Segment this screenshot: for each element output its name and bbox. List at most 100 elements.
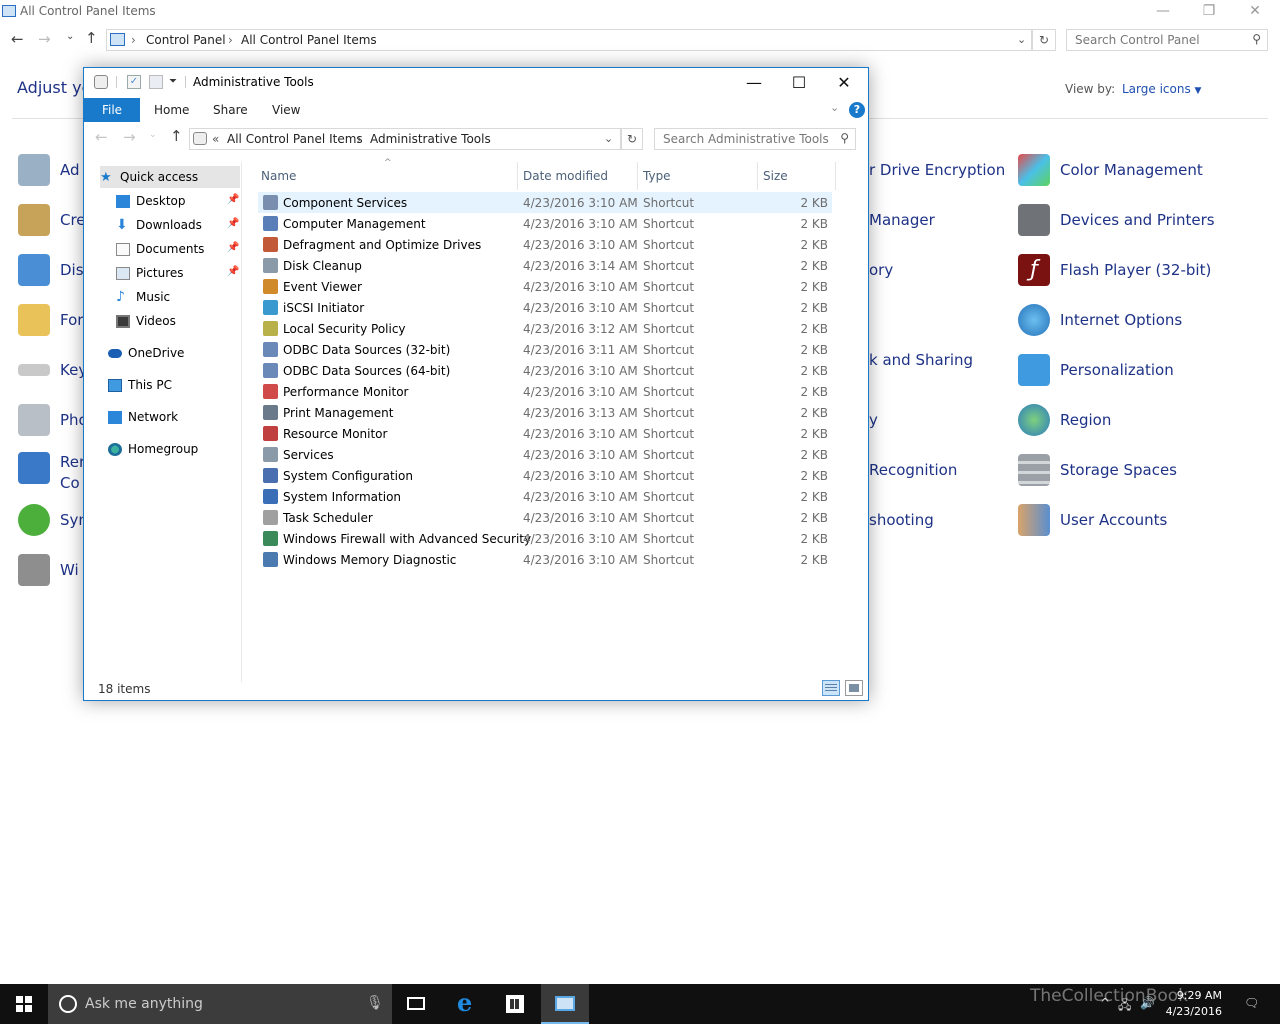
nav-network[interactable]: Network <box>108 406 240 428</box>
control-panel-taskbar-button[interactable] <box>541 984 589 1024</box>
qat-dropdown-icon[interactable]: ⏷ <box>169 75 183 89</box>
cortana-search-box[interactable]: Ask me anything 🎙 <box>48 984 392 1024</box>
nav-documents[interactable]: Documents 📌 <box>116 238 240 260</box>
file-row[interactable]: Defragment and Optimize Drives 4/23/2016 … <box>258 234 832 255</box>
help-icon[interactable]: ? <box>849 102 865 118</box>
nav-onedrive[interactable]: OneDrive <box>108 342 240 364</box>
tab-home[interactable]: Home <box>154 103 189 117</box>
cp-item-region[interactable]: Region <box>1018 402 1111 438</box>
cp-item-keyboard[interactable]: Key <box>18 352 87 388</box>
file-row[interactable]: Event Viewer 4/23/2016 3:10 AM Shortcut 2 K… <box>258 276 832 297</box>
refresh-icon[interactable]: ↻ <box>1032 29 1056 51</box>
close-button[interactable]: ✕ <box>822 70 866 96</box>
file-row[interactable]: System Configuration 4/23/2016 3:10 AM Sho… <box>258 465 832 486</box>
file-row[interactable]: Windows Firewall with Advanced Security 4… <box>258 528 832 549</box>
cp-item-windows-firewall[interactable]: Wi <box>18 552 79 588</box>
pin-icon[interactable]: 📌 <box>227 218 239 229</box>
file-row[interactable]: Print Management 4/23/2016 3:13 AM Shortcu… <box>258 402 832 423</box>
cp-item-file-history[interactable]: ory <box>869 252 893 288</box>
maximize-button[interactable]: ☐ <box>777 70 821 96</box>
cp-item-troubleshooting[interactable]: shooting <box>869 502 934 538</box>
cp-item-sync-center[interactable]: Syn <box>18 502 88 538</box>
volume-icon[interactable]: 🔊 <box>1140 996 1155 1010</box>
nav-videos[interactable]: Videos <box>116 310 240 332</box>
file-row[interactable]: System Information 4/23/2016 3:10 AM Short… <box>258 486 832 507</box>
pin-icon[interactable]: 📌 <box>227 242 239 253</box>
cp-item-devices-printers[interactable]: Devices and Printers <box>1018 202 1215 238</box>
forward-arrow-icon[interactable]: → <box>38 30 51 48</box>
pin-icon[interactable]: 📌 <box>227 194 239 205</box>
cp-item-recovery[interactable]: y <box>869 402 878 438</box>
file-row[interactable]: Services 4/23/2016 3:10 AM Shortcut 2 KB <box>258 444 832 465</box>
action-center-icon[interactable]: 🗨 <box>1244 996 1259 1010</box>
control-panel-search-input[interactable]: Search Control Panel ⚲ <box>1066 29 1268 51</box>
cp-item-bitlocker[interactable]: r Drive Encryption <box>869 152 1005 188</box>
file-row[interactable]: Performance Monitor 4/23/2016 3:10 AM Shor… <box>258 381 832 402</box>
nav-desktop[interactable]: Desktop 📌 <box>116 190 240 212</box>
file-row[interactable]: Computer Management 4/23/2016 3:10 AM Shor… <box>258 213 832 234</box>
tab-view[interactable]: View <box>272 103 300 117</box>
breadcrumb-administrative-tools[interactable]: Administrative Tools <box>370 132 491 146</box>
microphone-icon[interactable]: 🎙 <box>366 995 384 1011</box>
nav-downloads[interactable]: ⬇ Downloads 📌 <box>116 214 240 236</box>
task-view-button[interactable] <box>392 984 440 1024</box>
refresh-icon[interactable]: ↻ <box>621 128 643 150</box>
file-row[interactable]: Disk Cleanup 4/23/2016 3:14 AM Shortcut 2 K… <box>258 255 832 276</box>
nav-pictures[interactable]: Pictures 📌 <box>116 262 240 284</box>
column-header-size[interactable]: Size <box>758 162 836 190</box>
show-hidden-icons-icon[interactable]: ^ <box>1100 996 1110 1010</box>
cp-restore-button[interactable]: ❐ <box>1186 0 1232 24</box>
breadcrumb-all-items[interactable]: All Control Panel Items <box>227 132 363 146</box>
cp-item-flash-player[interactable]: ƒ Flash Player (32-bit) <box>1018 252 1211 288</box>
edge-button[interactable]: e <box>443 984 491 1024</box>
control-panel-address-bar[interactable]: › Control Panel › All Control Panel Item… <box>106 29 1032 51</box>
breadcrumb-all-items[interactable]: All Control Panel Items <box>241 33 377 47</box>
start-button[interactable] <box>0 984 48 1024</box>
file-row[interactable]: iSCSI Initiator 4/23/2016 3:10 AM Shortcut… <box>258 297 832 318</box>
cp-close-button[interactable]: ✕ <box>1232 0 1278 24</box>
up-arrow-icon[interactable]: ↑ <box>85 29 98 47</box>
clock[interactable]: 9:29 AM 4/23/2016 <box>1160 988 1222 1020</box>
address-dropdown-icon[interactable]: ⌄ <box>1017 33 1026 46</box>
breadcrumb-control-panel[interactable]: Control Panel <box>146 33 226 47</box>
large-icons-view-button[interactable] <box>845 680 863 696</box>
file-row[interactable]: Local Security Policy 4/23/2016 3:12 AM Sh… <box>258 318 832 339</box>
cp-item-color-management[interactable]: Color Management <box>1018 152 1203 188</box>
pin-icon[interactable]: 📌 <box>227 266 239 277</box>
file-row[interactable]: ODBC Data Sources (64-bit) 4/23/2016 3:10… <box>258 360 832 381</box>
explorer-address-bar[interactable]: « All Control Panel Items › Administrati… <box>189 128 621 150</box>
file-row[interactable]: Resource Monitor 4/23/2016 3:10 AM Shortcu… <box>258 423 832 444</box>
nav-homegroup[interactable]: Homegroup <box>108 438 240 460</box>
cp-item-personalization[interactable]: Personalization <box>1018 352 1174 388</box>
file-row[interactable]: Task Scheduler 4/23/2016 3:10 AM Shortcut 2… <box>258 507 832 528</box>
nav-this-pc[interactable]: This PC <box>108 374 240 396</box>
cp-item-remoteapp[interactable]: Rer Co <box>18 452 85 492</box>
properties-icon[interactable]: ✓ <box>127 75 141 89</box>
cp-item-network-sharing[interactable]: k and Sharing <box>869 342 973 378</box>
expand-ribbon-chevron-icon[interactable]: ⌄ <box>830 101 839 114</box>
back-arrow-icon[interactable]: ← <box>11 30 24 48</box>
column-header-name[interactable]: ^ Name <box>256 158 518 190</box>
tab-share[interactable]: Share <box>213 103 248 117</box>
cp-item-device-manager[interactable]: Manager <box>869 202 935 238</box>
view-by-dropdown[interactable]: Large icons ▼ <box>1122 82 1201 96</box>
cp-item-credential-manager[interactable]: Cre <box>18 202 86 238</box>
store-button[interactable] <box>491 984 539 1024</box>
back-arrow-icon[interactable]: ← <box>95 128 108 146</box>
cp-item-display[interactable]: Dis <box>18 252 84 288</box>
cp-item-administrative-tools[interactable]: Ad <box>18 152 80 188</box>
file-row[interactable]: Component Services 4/23/2016 3:10 AM Short… <box>258 192 832 213</box>
explorer-search-input[interactable]: Search Administrative Tools ⚲ <box>654 128 856 150</box>
details-view-button[interactable] <box>822 680 840 696</box>
cp-item-user-accounts[interactable]: User Accounts <box>1018 502 1167 538</box>
cp-item-fonts[interactable]: For <box>18 302 83 338</box>
recent-chevron-icon[interactable]: ⌄ <box>149 130 157 140</box>
new-folder-icon[interactable] <box>149 75 163 89</box>
cp-item-storage-spaces[interactable]: Storage Spaces <box>1018 452 1177 488</box>
nav-quick-access[interactable]: ★ Quick access <box>100 166 240 188</box>
nav-music[interactable]: ♪ Music <box>116 286 240 308</box>
network-tray-icon[interactable]: 🖧 <box>1118 996 1131 1017</box>
cp-item-internet-options[interactable]: Internet Options <box>1018 302 1182 338</box>
cp-minimize-button[interactable]: — <box>1140 0 1186 24</box>
minimize-button[interactable]: — <box>732 70 776 96</box>
